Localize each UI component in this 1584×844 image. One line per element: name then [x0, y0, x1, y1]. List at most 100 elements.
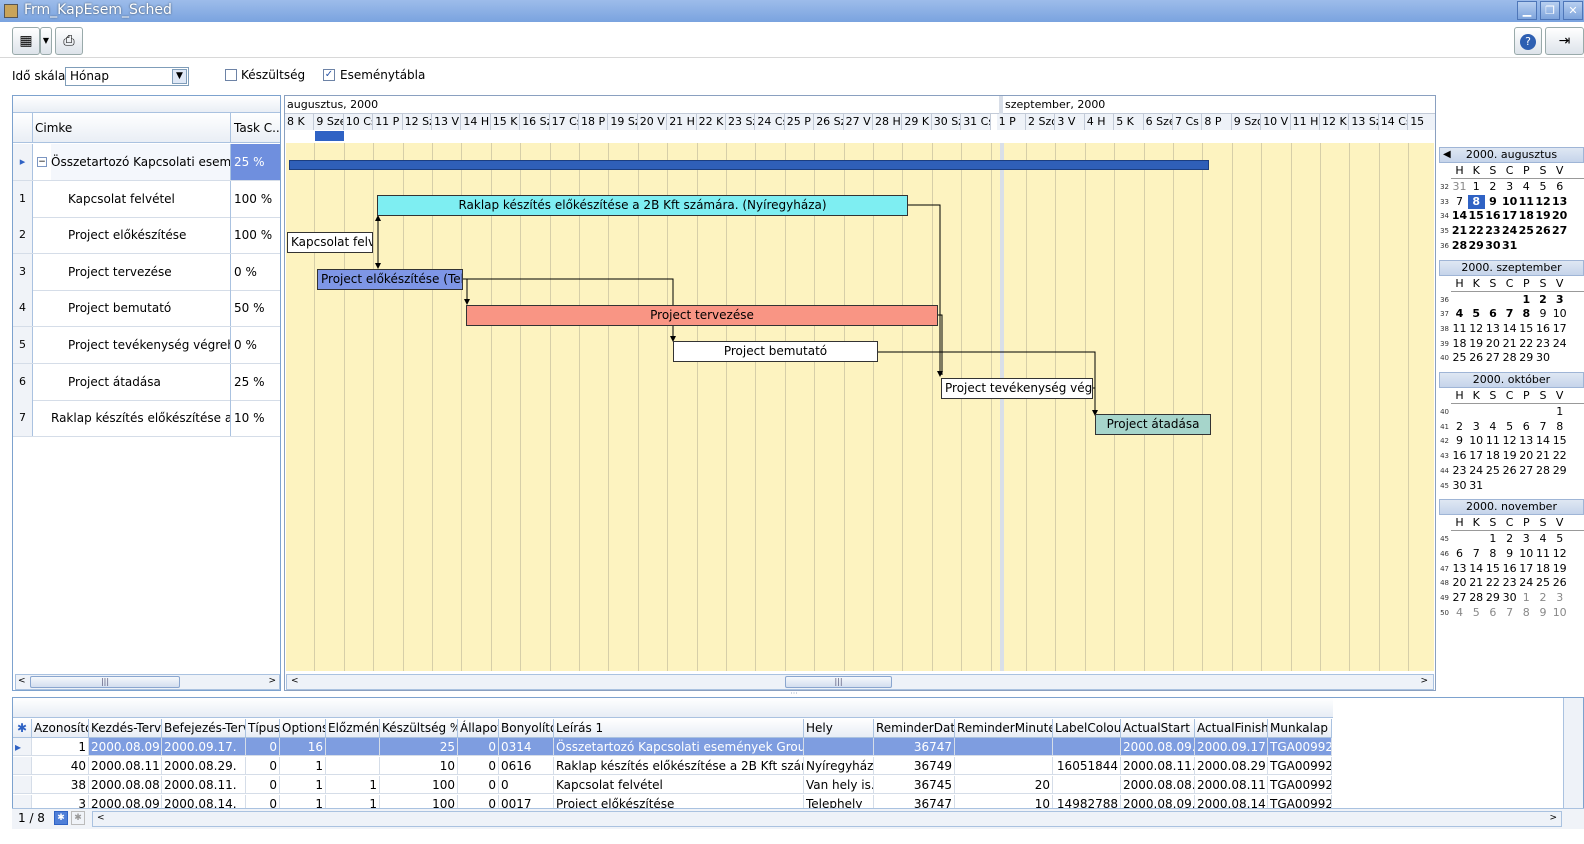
tree-horizontal-scrollbar[interactable]: < ||| >	[15, 674, 280, 690]
day-header-cell[interactable]: 18 P	[579, 114, 609, 130]
calendar-day[interactable]: 19	[1501, 449, 1518, 463]
calendar-day[interactable]: 4	[1535, 532, 1552, 546]
calendar-day[interactable]: 22	[1551, 449, 1568, 463]
grid-cell[interactable]: 2000.08.09.	[1121, 738, 1195, 756]
prev-month-icon[interactable]: ◀	[1443, 149, 1451, 160]
append-row-icon[interactable]: ✱	[54, 811, 68, 825]
tree-row[interactable]: 7 Raklap készítés előkészítése a 2B Kft10…	[13, 400, 280, 438]
calendar-day[interactable]: 25	[1518, 224, 1535, 238]
calendar-day[interactable]: 5	[1551, 532, 1568, 546]
scroll-left-icon[interactable]: <	[291, 676, 299, 686]
grid-cell[interactable]: 2000.08.11.	[1195, 776, 1268, 794]
grid-cell[interactable]	[326, 757, 380, 775]
row-indicator-icon[interactable]: ▸	[13, 738, 32, 756]
calendar-day[interactable]: 24	[1468, 464, 1485, 478]
calendar-day[interactable]: 26	[1551, 576, 1568, 590]
day-header-cell[interactable]: 28 H	[873, 114, 903, 130]
day-header-cell[interactable]: 10 Cs	[343, 114, 374, 130]
grid-column-header[interactable]: Befejezés-Terv	[162, 719, 246, 738]
calendar-day[interactable]: 22	[1484, 576, 1501, 590]
scrollbar-thumb[interactable]: |||	[30, 676, 180, 688]
bar-project-tervezese[interactable]: Project tervezése	[466, 305, 938, 326]
calendar-day[interactable]: 18	[1535, 562, 1552, 576]
calendar-day[interactable]: 8	[1518, 606, 1535, 620]
calendar-day[interactable]: 12	[1551, 547, 1568, 561]
grid-cell[interactable]: 16	[280, 738, 326, 756]
calendar-day[interactable]: 14	[1451, 209, 1468, 223]
delete-row-icon[interactable]: ✱	[71, 811, 85, 825]
calendar-day[interactable]: 26	[1535, 224, 1552, 238]
grid-cell[interactable]: TGA00992	[1268, 738, 1332, 756]
grid-cell[interactable]: TGA00992	[1268, 757, 1332, 775]
calendar-day[interactable]	[1468, 405, 1485, 419]
tree-row[interactable]: 3 Project tervezése 0 %	[13, 253, 280, 291]
column-header-task[interactable]: Task C...	[230, 113, 280, 142]
day-header-cell[interactable]: 27 V	[843, 114, 873, 130]
calendar-day[interactable]: 16	[1484, 209, 1501, 223]
calendar-day[interactable]: 26	[1468, 351, 1485, 365]
day-header-cell[interactable]: 10 V	[1261, 114, 1291, 130]
calendar-day[interactable]	[1551, 351, 1568, 365]
calendar-day[interactable]: 2	[1484, 180, 1501, 194]
calendar-day[interactable]: 8	[1484, 547, 1501, 561]
grid-column-header[interactable]: Kezdés-Terv	[89, 719, 162, 738]
calendar-day[interactable]: 27	[1518, 464, 1535, 478]
grid-cell[interactable]	[955, 757, 1053, 775]
grid-cell[interactable]: 16051844	[1053, 757, 1121, 775]
calendar-day[interactable]: 1	[1551, 405, 1568, 419]
calendar-day[interactable]: 21	[1451, 224, 1468, 238]
collapse-icon[interactable]: −	[37, 157, 47, 167]
restore-button[interactable]: ❐	[1540, 1, 1560, 20]
grid-cell[interactable]: 2000.08.11.	[89, 757, 162, 775]
print-button[interactable]: ⎙	[55, 27, 83, 55]
calendar-day[interactable]: 22	[1468, 224, 1485, 238]
calendar-day[interactable]: 13	[1518, 434, 1535, 448]
calendar-day[interactable]: 21	[1501, 337, 1518, 351]
grid-cell[interactable]: 0	[458, 776, 499, 794]
calendar-day[interactable]: 12	[1468, 322, 1485, 336]
timescale-select[interactable]: Hónap ▼	[65, 67, 189, 86]
day-header-cell[interactable]: 4 H	[1084, 114, 1115, 130]
grid-column-header[interactable]: Azonosító	[32, 719, 89, 738]
day-header-cell[interactable]: 20 V	[637, 114, 668, 130]
calendar-day[interactable]: 3	[1551, 293, 1568, 307]
calendar-day[interactable]: 29	[1551, 464, 1568, 478]
calendar-day[interactable]: 16	[1501, 562, 1518, 576]
calendar-day[interactable]: 7	[1501, 307, 1518, 321]
grid-cell[interactable]: 2000.08.11.	[1121, 757, 1195, 775]
bar-project-bemutato[interactable]: Project bemutató	[673, 341, 878, 362]
day-header-cell[interactable]: 22 K	[696, 114, 726, 130]
calendar-day[interactable]: 9	[1535, 307, 1552, 321]
day-header-cell[interactable]: 11 H	[1290, 114, 1320, 130]
calendar-day[interactable]: 5	[1535, 180, 1552, 194]
calendar-day[interactable]: 1	[1518, 591, 1535, 605]
grid-cell[interactable]: Nyíregyháza	[804, 757, 874, 775]
grid-cell[interactable]: 20	[955, 776, 1053, 794]
calendar-day[interactable]: 12	[1501, 434, 1518, 448]
grid-cell[interactable]: 36745	[874, 776, 955, 794]
day-header-cell[interactable]: 14 H	[461, 114, 491, 130]
column-header-label[interactable]: Cimke	[35, 121, 72, 135]
grid-cell[interactable]: 10	[380, 757, 458, 775]
calendar-day[interactable]	[1518, 239, 1535, 253]
calendar-day[interactable]: 24	[1501, 224, 1518, 238]
new-row-icon[interactable]: ✱	[13, 719, 32, 738]
calendar-day[interactable]: 14	[1468, 562, 1485, 576]
day-header-cell[interactable]: 24 Cs	[755, 114, 785, 130]
grid-vertical-scrollbar[interactable]	[1563, 698, 1583, 808]
grid-column-header[interactable]: Állapot	[458, 719, 499, 738]
scroll-right-icon[interactable]: >	[1549, 813, 1557, 823]
calendar-day[interactable]	[1484, 293, 1501, 307]
day-header-cell[interactable]: 31 Cs	[961, 114, 991, 130]
grid-cell[interactable]: TGA00992	[1268, 776, 1332, 794]
calendar-day[interactable]: 10	[1501, 195, 1518, 209]
day-header-cell[interactable]: 26 Sz	[814, 114, 844, 130]
scroll-right-icon[interactable]: >	[1420, 676, 1428, 686]
calendar-day[interactable]: 26	[1501, 464, 1518, 478]
calendar-day[interactable]: 7	[1451, 195, 1468, 209]
day-header-cell[interactable]: 17 Cs	[549, 114, 579, 130]
calendar-day[interactable]: 5	[1468, 606, 1485, 620]
calendar-day[interactable]: 21	[1468, 576, 1485, 590]
grid-column-header[interactable]: Hely	[804, 719, 874, 738]
calendar-day[interactable]: 11	[1535, 547, 1552, 561]
